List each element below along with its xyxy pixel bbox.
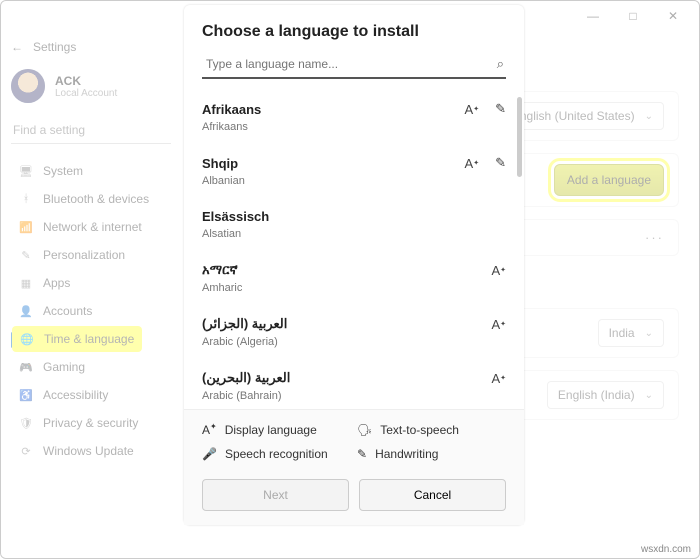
language-english: Arabic (Bahrain) <box>202 390 506 402</box>
display-icon: A✦ <box>465 155 480 171</box>
language-english: Alsatian <box>202 228 506 240</box>
handwriting-icon: ✎ <box>357 447 367 461</box>
language-badges: A✦ <box>491 317 506 332</box>
legend-tts-label: Text-to-speech <box>380 423 459 437</box>
language-option[interactable]: Elsässisch Alsatian <box>202 197 514 250</box>
search-icon: ⌕ <box>497 56 506 72</box>
text-to-speech-icon: 🗣 <box>357 423 372 437</box>
display-icon: A✦ <box>491 371 506 386</box>
legend-display-label: Display language <box>225 423 317 437</box>
language-native: العربية (البحرين) <box>202 370 491 386</box>
language-option[interactable]: አማርኛA✦ Amharic <box>202 250 514 304</box>
language-english: Amharic <box>202 282 506 294</box>
cancel-button[interactable]: Cancel <box>359 479 506 511</box>
display-language-icon: A✦ <box>202 422 217 437</box>
language-option[interactable]: العربية (الجزائر)A✦ Arabic (Algeria) <box>202 304 514 358</box>
language-badges: A✦ ✎ <box>465 101 506 117</box>
language-english: Albanian <box>202 175 506 187</box>
dialog-title: Choose a language to install <box>184 5 524 51</box>
language-badges: A✦ <box>491 371 506 386</box>
next-button[interactable]: Next <box>202 479 349 511</box>
language-badges: A✦ ✎ <box>465 155 506 171</box>
language-option[interactable]: AfrikaansA✦✎Afrikaans <box>202 89 514 143</box>
legend-speech-label: Speech recognition <box>225 447 328 461</box>
handwriting-icon: ✎ <box>495 101 506 117</box>
language-native: አማርኛ <box>202 262 491 278</box>
legend-handwriting-label: Handwriting <box>375 447 438 461</box>
add-language-dialog: Choose a language to install ⌕ Afrikaans… <box>184 5 524 525</box>
language-native: Shqip <box>202 156 465 171</box>
display-icon: A✦ <box>465 101 480 117</box>
language-native: العربية (الجزائر) <box>202 316 491 332</box>
language-option[interactable]: ShqipA✦ ✎ Albanian <box>202 143 514 197</box>
handwriting-icon: ✎ <box>495 155 506 171</box>
language-english: Arabic (Algeria) <box>202 336 506 348</box>
language-english: Afrikaans <box>202 121 506 133</box>
scrollbar[interactable] <box>517 97 522 177</box>
display-icon: A✦ <box>491 263 506 278</box>
display-icon: A✦ <box>491 317 506 332</box>
language-option[interactable]: العربية (البحرين)A✦ Arabic (Bahrain) <box>202 358 514 410</box>
language-search-input[interactable] <box>202 51 497 77</box>
watermark: wsxdn.com <box>641 544 691 555</box>
language-list[interactable]: AfrikaansA✦✎AfrikaansShqipA✦✎AlbanianEls… <box>184 89 524 410</box>
language-native: Afrikaans <box>202 102 465 117</box>
language-native: Elsässisch <box>202 209 506 224</box>
speech-recognition-icon: 🎤 <box>202 447 217 461</box>
dialog-legend: A✦ Display language 🗣 Text-to-speech 🎤 Spee… <box>184 410 524 473</box>
language-badges: A✦ <box>491 263 506 278</box>
